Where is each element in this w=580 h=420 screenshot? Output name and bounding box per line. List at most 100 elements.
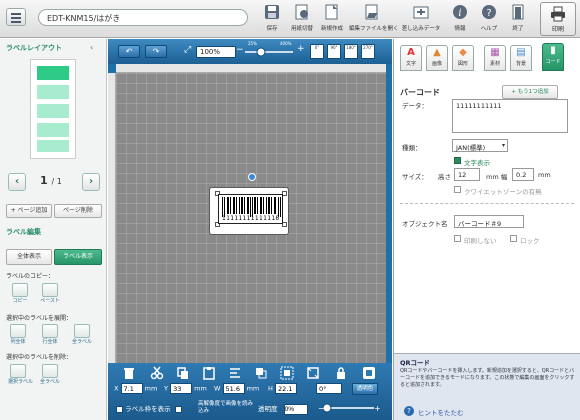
barcode-object[interactable]: 11111111111116 bbox=[218, 194, 283, 224]
zoom-slider[interactable] bbox=[243, 47, 295, 57]
hi-res-checkbox[interactable] bbox=[174, 405, 182, 413]
exit-icon bbox=[512, 4, 524, 20]
no-print-checkbox[interactable] bbox=[454, 235, 461, 242]
merge-data-label: 差し込みデータ bbox=[401, 26, 441, 32]
delete-all-icon bbox=[42, 364, 58, 378]
printer-icon bbox=[551, 6, 565, 22]
collapse-icon[interactable]: ‹ bbox=[90, 43, 93, 52]
undo-button[interactable]: ↶ bbox=[118, 45, 140, 58]
expand-all-icon bbox=[74, 324, 90, 338]
redo-button[interactable]: ↷ bbox=[145, 45, 167, 58]
page-current: 1 bbox=[40, 174, 48, 187]
lock-checkbox[interactable] bbox=[510, 235, 517, 242]
layout-thumbnail[interactable] bbox=[30, 59, 76, 159]
show-frame-label: ラベル枠を表示 bbox=[125, 405, 171, 413]
menu-icon[interactable] bbox=[6, 8, 26, 26]
copy-object-icon[interactable] bbox=[176, 366, 190, 380]
tab-shape[interactable]: ◆ 図形 bbox=[452, 45, 474, 71]
height-input[interactable]: 12 bbox=[454, 168, 480, 181]
transparency-slider[interactable]: − + bbox=[318, 403, 380, 413]
cut-icon[interactable] bbox=[150, 366, 164, 380]
h-input[interactable] bbox=[274, 383, 297, 394]
collapse-hint-link[interactable]: ヒントをたたむ bbox=[418, 407, 464, 417]
expand-row-button[interactable]: 行全体 bbox=[40, 324, 60, 346]
zoom-min-label: 25% bbox=[248, 41, 257, 46]
thumbnail-label[interactable] bbox=[37, 123, 69, 137]
tab-material[interactable]: ▦ 素材 bbox=[484, 45, 506, 71]
copy-icon bbox=[12, 283, 28, 297]
shape-icon: ◆ bbox=[459, 47, 467, 58]
add-page-button[interactable]: + ページ追加 bbox=[6, 204, 52, 218]
prev-page-button[interactable]: ‹ bbox=[8, 173, 26, 191]
paste-object-icon[interactable] bbox=[202, 366, 216, 380]
open-file-button[interactable]: 編集ファイルを開く bbox=[349, 2, 399, 36]
open-file-label: 編集ファイルを開く bbox=[349, 26, 399, 32]
data-input[interactable]: 11111111111 bbox=[452, 99, 568, 133]
thumbnail-label-selected[interactable] bbox=[37, 66, 69, 80]
expand-title: 選択中のラベルを展開： bbox=[6, 315, 73, 322]
tab-text[interactable]: A 文字 bbox=[400, 45, 422, 71]
object-name-input[interactable]: バーコード＃9 bbox=[454, 215, 524, 228]
layer-icon[interactable] bbox=[254, 366, 268, 380]
expand-column-icon bbox=[10, 324, 26, 338]
thumbnail-label[interactable] bbox=[37, 104, 69, 118]
view-180-button[interactable]: 180° bbox=[344, 44, 358, 59]
exit-button[interactable]: 終了 bbox=[499, 2, 537, 36]
tab-code[interactable]: ▮ コード bbox=[542, 43, 564, 71]
width-input[interactable]: 0.2 bbox=[512, 168, 534, 181]
merge-data-button[interactable]: 差し込みデータ bbox=[400, 2, 442, 36]
zoom-select[interactable]: 100% bbox=[196, 46, 236, 58]
quiet-zone-checkbox[interactable] bbox=[454, 186, 461, 193]
zoom-max-label: 400% bbox=[280, 41, 292, 46]
layout-title: ラベルレイアウト bbox=[6, 44, 62, 52]
type-select[interactable]: JAN(標準) bbox=[452, 139, 508, 152]
x-input[interactable] bbox=[120, 383, 143, 394]
info-icon: i bbox=[453, 5, 467, 19]
next-page-button[interactable]: › bbox=[82, 173, 100, 191]
label-edit-title: ラベル編集 bbox=[6, 228, 41, 236]
show-text-checkbox[interactable] bbox=[454, 157, 461, 164]
view-0-button[interactable]: 0° bbox=[310, 44, 324, 59]
more-icon[interactable] bbox=[362, 366, 376, 380]
hi-res-label: 高解像度で画像を読み込み bbox=[198, 401, 254, 414]
show-all-button[interactable]: 全体表示 bbox=[6, 249, 52, 265]
delete-all-button[interactable]: 全ラベル bbox=[40, 364, 60, 386]
w-label: W bbox=[214, 384, 221, 393]
group-icon[interactable] bbox=[280, 366, 294, 380]
transparency-input[interactable] bbox=[283, 404, 308, 415]
help-icon: ? bbox=[482, 5, 496, 19]
print-button[interactable]: 印刷 bbox=[540, 2, 576, 36]
thumbnail-label[interactable] bbox=[37, 140, 69, 152]
delete-page-button[interactable]: ページ削除 bbox=[54, 204, 102, 218]
tab-background[interactable]: ▤ 背景 bbox=[510, 45, 532, 71]
show-frame-checkbox[interactable] bbox=[116, 405, 123, 413]
expand-row-icon bbox=[42, 324, 58, 338]
delete-title: 選択中のラベルを削除： bbox=[6, 354, 73, 361]
tab-image[interactable]: ▲ 画像 bbox=[426, 45, 448, 71]
y-input[interactable] bbox=[170, 383, 193, 394]
add-more-button[interactable]: + もう1つ追加 bbox=[502, 85, 558, 99]
expand-column-button[interactable]: 列全体 bbox=[8, 324, 28, 346]
delete-selected-button[interactable]: 選択ラベル bbox=[8, 364, 33, 386]
fit-icon[interactable]: ⤢ bbox=[184, 45, 191, 55]
fit-object-icon[interactable] bbox=[306, 366, 320, 380]
align-icon[interactable] bbox=[228, 366, 242, 380]
rotation-input[interactable] bbox=[316, 383, 342, 394]
expand-all-button[interactable]: 全ラベル bbox=[72, 324, 92, 346]
show-label-button[interactable]: ラベル表示 bbox=[54, 249, 102, 265]
view-90-button[interactable]: 90° bbox=[327, 44, 341, 59]
canvas-toolbar: ↶ ↷ ⤢ 100% − 25% 400% + 0° 90° 180° 270° bbox=[108, 39, 392, 64]
transparent-color-button[interactable]: 透明色 bbox=[352, 383, 378, 395]
image-icon: ▲ bbox=[433, 47, 441, 58]
ruler-horizontal bbox=[116, 64, 386, 73]
copy-button[interactable]: コピー bbox=[10, 283, 30, 305]
new-file-button[interactable]: 新規作成 bbox=[313, 2, 351, 36]
zoom-in-icon[interactable]: + bbox=[297, 44, 305, 54]
thumbnail-label[interactable] bbox=[37, 85, 69, 99]
paste-button[interactable]: ペースト bbox=[40, 283, 60, 305]
view-270-button[interactable]: 270° bbox=[361, 44, 375, 59]
w-input[interactable] bbox=[222, 383, 245, 394]
lock-icon[interactable] bbox=[334, 366, 348, 380]
trash-icon[interactable] bbox=[122, 366, 136, 380]
rotate-handle[interactable] bbox=[248, 173, 256, 181]
